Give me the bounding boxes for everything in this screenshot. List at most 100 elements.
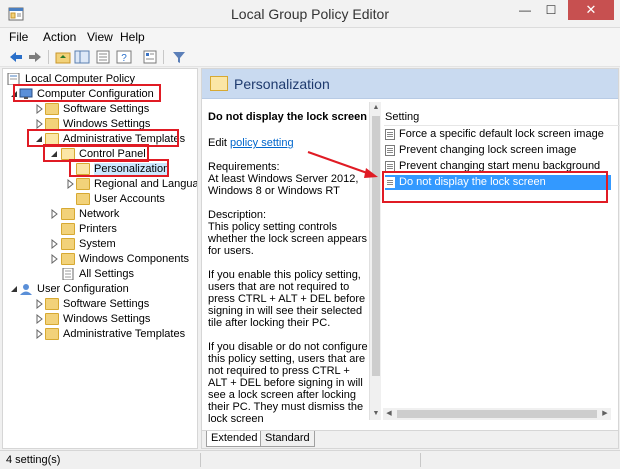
extended-description: Do not display the lock screen Edit poli…	[208, 111, 368, 437]
collapsed-arrow-icon[interactable]	[50, 239, 58, 249]
scroll-down-arrow-icon[interactable]: ▼	[370, 408, 382, 420]
requirements: Requirements: At least Windows Server 20…	[208, 161, 368, 197]
policy-setting-link[interactable]: policy setting	[230, 137, 294, 149]
tree-node-user-windows-settings[interactable]: Windows Settings	[7, 312, 187, 327]
forward-icon[interactable]	[27, 49, 43, 65]
tree-label: Network	[79, 208, 120, 220]
tree-label: Windows Settings	[63, 313, 151, 325]
details-header: Personalization	[202, 69, 618, 99]
toolbar-separator	[48, 50, 49, 64]
annotation-box	[382, 171, 608, 203]
folder-icon	[45, 298, 59, 310]
tree-node-printers[interactable]: Printers	[7, 222, 187, 237]
folder-icon	[61, 253, 75, 265]
tree-node-user-administrative-templates[interactable]: Administrative Templates	[7, 327, 187, 342]
menu-view[interactable]: View	[87, 30, 113, 44]
folder-icon	[61, 223, 75, 235]
requirements-text: At least Windows Server 2012, Windows 8 …	[208, 173, 359, 197]
tree-node-windows-components[interactable]: Windows Components	[7, 252, 193, 267]
scroll-left-arrow-icon[interactable]: ◀	[383, 408, 395, 420]
collapsed-arrow-icon[interactable]	[35, 119, 43, 129]
expanded-arrow-icon[interactable]	[10, 284, 18, 294]
requirements-label: Requirements:	[208, 161, 280, 173]
collapsed-arrow-icon[interactable]	[35, 314, 43, 324]
column-header-setting[interactable]: Setting	[385, 111, 419, 123]
view-tabs: Extended Standard	[202, 430, 618, 448]
folder-icon	[76, 193, 90, 205]
details-header-title: Personalization	[234, 76, 330, 92]
maximize-button[interactable]: ☐	[538, 0, 564, 20]
export-list-icon[interactable]	[95, 49, 111, 65]
status-bar: 4 setting(s)	[0, 450, 620, 469]
scrollbar-thumb[interactable]	[372, 116, 380, 376]
scrollbar-thumb[interactable]	[397, 410, 597, 418]
policy-setting-icon	[385, 129, 395, 140]
tree-node-user-software-settings[interactable]: Software Settings	[7, 297, 187, 312]
tree-node-all-settings[interactable]: All Settings	[7, 267, 187, 282]
folder-icon	[45, 313, 59, 325]
tree-label: User Configuration	[37, 283, 129, 295]
collapsed-arrow-icon[interactable]	[50, 209, 58, 219]
tree-label: Software Settings	[63, 298, 150, 310]
policy-title: Do not display the lock screen	[208, 111, 367, 123]
menu-action[interactable]: Action	[43, 30, 76, 44]
tree-node-user-accounts[interactable]: User Accounts	[7, 192, 187, 207]
folder-icon	[76, 178, 90, 190]
tree-label: All Settings	[79, 268, 135, 280]
tree-label: System	[79, 238, 116, 250]
collapsed-arrow-icon[interactable]	[50, 254, 58, 264]
status-divider	[200, 453, 201, 467]
policy-setting-icon	[385, 145, 395, 156]
back-icon[interactable]	[8, 49, 24, 65]
folder-icon	[61, 208, 75, 220]
navigation-tree: Local Computer Policy Computer Configura…	[2, 68, 198, 449]
up-folder-icon[interactable]	[55, 49, 71, 65]
close-button[interactable]: ✕	[568, 0, 614, 20]
tree-node-network[interactable]: Network	[7, 207, 187, 222]
vertical-scrollbar[interactable]: ▲ ▼	[369, 102, 381, 420]
folder-icon	[61, 238, 75, 250]
tree-label: User Accounts	[94, 193, 165, 205]
scroll-up-arrow-icon[interactable]: ▲	[370, 102, 382, 114]
menu-file[interactable]: File	[9, 30, 28, 44]
toolbar-separator	[163, 50, 164, 64]
status-text: 4 setting(s)	[6, 454, 61, 466]
scroll-right-arrow-icon[interactable]: ▶	[599, 408, 611, 420]
toolbar: ?	[0, 47, 620, 67]
setting-label: Force a specific default lock screen ima…	[399, 128, 604, 140]
collapsed-arrow-icon[interactable]	[66, 179, 74, 189]
tree-label: Regional and Language	[94, 178, 198, 190]
tree-label: Administrative Templates	[63, 328, 186, 340]
tree-node-user-configuration[interactable]: User Configuration	[7, 282, 187, 297]
description-paragraph: If you disable or do not configure this …	[208, 341, 368, 425]
collapsed-arrow-icon[interactable]	[35, 329, 43, 339]
user-icon	[20, 284, 32, 295]
tree-node-software-settings[interactable]: Software Settings	[7, 102, 187, 117]
setting-row[interactable]: Prevent changing lock screen image	[385, 143, 611, 158]
description-paragraph: This policy setting controls whether the…	[208, 221, 367, 257]
minimize-button[interactable]: —	[512, 0, 538, 20]
help-icon[interactable]: ?	[116, 49, 132, 65]
annotation-box	[13, 84, 161, 102]
svg-text:?: ?	[121, 53, 127, 64]
tab-standard[interactable]: Standard	[260, 431, 315, 447]
description-label: Description:	[208, 209, 267, 221]
description-paragraph: If you enable this policy setting, users…	[208, 269, 366, 329]
properties-icon[interactable]	[142, 49, 158, 65]
tree-node-regional-and-language[interactable]: Regional and Language	[7, 177, 197, 192]
tab-extended[interactable]: Extended	[206, 431, 263, 447]
collapsed-arrow-icon[interactable]	[35, 104, 43, 114]
horizontal-scrollbar[interactable]: ◀ ▶	[383, 408, 611, 420]
tree-node-system[interactable]: System	[7, 237, 187, 252]
show-hide-tree-icon[interactable]	[74, 49, 90, 65]
folder-icon	[45, 328, 59, 340]
collapsed-arrow-icon[interactable]	[35, 299, 43, 309]
status-divider	[420, 453, 421, 467]
setting-row[interactable]: Force a specific default lock screen ima…	[385, 127, 611, 142]
details-pane: Personalization Do not display the lock …	[201, 68, 620, 449]
all-settings-icon	[62, 268, 74, 280]
menu-help[interactable]: Help	[120, 30, 145, 44]
tree-label: Software Settings	[63, 103, 150, 115]
title-bar: Local Group Policy Editor — ☐ ✕	[0, 0, 620, 28]
filter-icon[interactable]	[171, 49, 187, 65]
